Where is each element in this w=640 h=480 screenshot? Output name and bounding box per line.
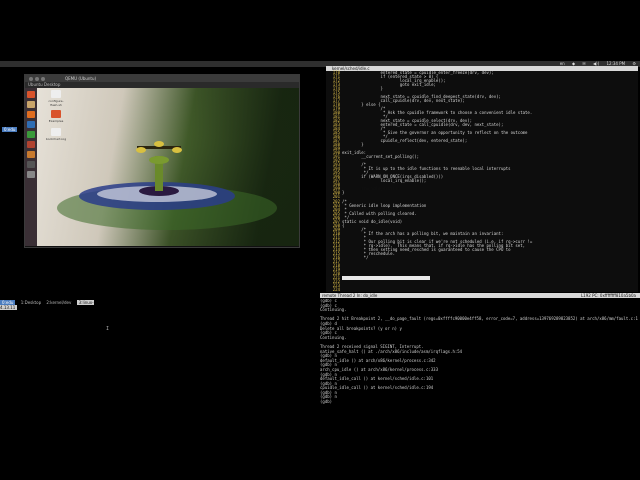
amazon-icon[interactable] — [27, 161, 35, 168]
qemu-titlebar[interactable]: QEMU (Ubuntu) — [25, 75, 299, 82]
gdb-status-line: remote Thread 2 In: do_idle L192 PC: 0xf… — [320, 293, 640, 298]
minimize-icon[interactable] — [35, 77, 39, 81]
line-number-gutter: 170 171 172 173 174 175 176 177 178 179 180 181 182 1… — [326, 70, 340, 292]
guest-desktop[interactable]: configure-flash.sh Examples bootchart-lo… — [37, 88, 299, 246]
libreoffice-writer-icon[interactable] — [27, 121, 35, 128]
settings-icon[interactable] — [27, 171, 35, 178]
file-icon — [51, 90, 61, 98]
qemu-title: QEMU (Ubuntu) — [65, 76, 97, 81]
desktop-file-label: bootchart-log — [45, 137, 67, 141]
desktop-file-bootchart[interactable]: bootchart-log — [45, 128, 67, 141]
desktop-folder-label: Examples — [48, 119, 64, 123]
desktop-file-configure-flash[interactable]: configure-flash.sh — [45, 90, 67, 107]
status-thread: remote Thread 2 In: do_idle — [322, 293, 378, 298]
gdb-output-line: Thread 2 hit Breakpoint 2, __do_page_fau… — [320, 316, 638, 322]
passion-flower-image — [57, 141, 277, 230]
guest-launcher[interactable] — [25, 88, 37, 246]
guest-panel-title: Ubuntu Desktop — [28, 82, 61, 87]
libreoffice-calc-icon[interactable] — [27, 131, 35, 138]
firefox-icon[interactable] — [27, 111, 35, 118]
desktop-file-label: configure-flash.sh — [48, 99, 64, 107]
maximize-icon[interactable] — [41, 77, 45, 81]
line-number: 224 — [332, 286, 340, 292]
desktop-folder-examples[interactable]: Examples — [45, 110, 67, 123]
tmux-window-1[interactable]: 1:Desktop — [21, 300, 41, 305]
folder-icon — [51, 110, 61, 118]
window-controls[interactable] — [29, 75, 47, 82]
gdb-output-line: (gdb) — [320, 399, 335, 405]
status-location: L192 PC: 0xffffffff810a5b0a — [580, 293, 636, 298]
ubuntu-icon[interactable] — [27, 91, 35, 98]
qemu-window[interactable]: QEMU (Ubuntu) Ubuntu Desktop configure-f… — [24, 74, 300, 248]
file-icon — [51, 128, 61, 136]
tmux-window-2[interactable]: 2:kernel/dev — [46, 300, 71, 305]
software-center-icon[interactable] — [27, 151, 35, 158]
text-cursor: I — [106, 326, 110, 332]
source-code[interactable]: entered_state = cpuidle_enter_freeze(drv… — [342, 70, 638, 291]
tmux-statusbar[interactable]: 0:edu 1:Desktop 2:kernel/dev 3:linux-4.1… — [0, 300, 110, 310]
files-icon[interactable] — [27, 101, 35, 108]
code-line: */ — [342, 254, 369, 260]
libreoffice-impress-icon[interactable] — [27, 141, 35, 148]
session-tag: 0:edu — [2, 127, 18, 132]
gdb-source-pane[interactable]: kernel/sched/idle.c 170 171 172 173 174 175 17… — [326, 66, 638, 292]
gdb-console[interactable]: (gdb) c (gdb) c Continuing. Thread 2 hit B… — [320, 299, 638, 419]
close-icon[interactable] — [29, 77, 33, 81]
